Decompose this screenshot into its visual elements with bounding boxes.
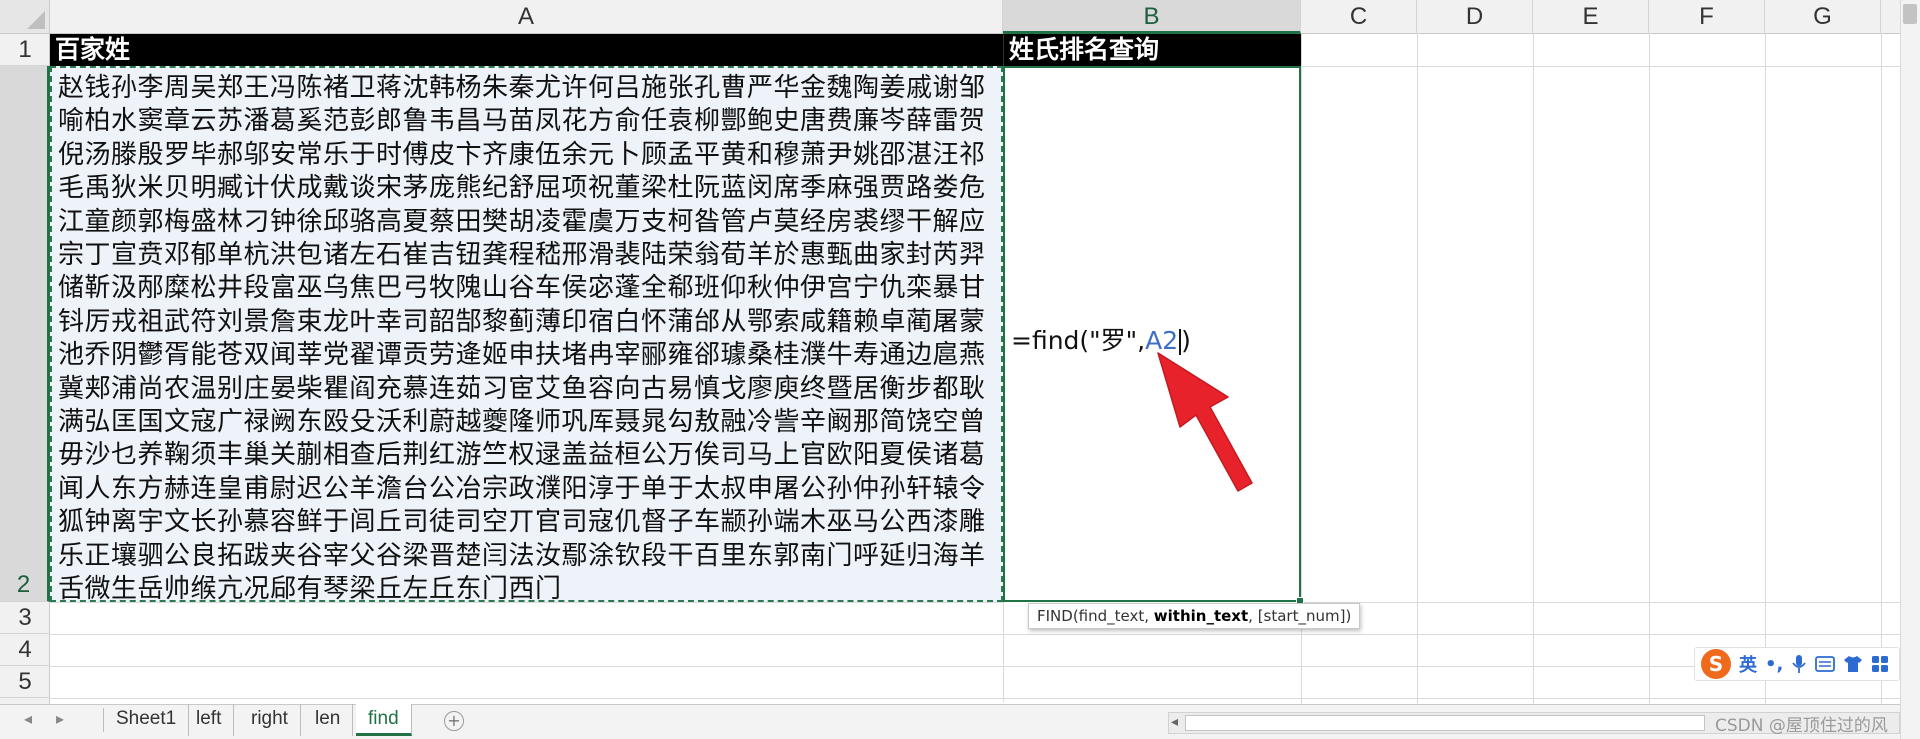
column-header-f[interactable]: F <box>1649 0 1765 34</box>
row-header-5[interactable]: 5 <box>0 666 50 698</box>
vertical-scrollbar[interactable] <box>1900 0 1920 739</box>
cell-a2[interactable]: 赵钱孙李周吴郑王冯陈褚卫蒋沈韩杨朱秦尤许何吕施张孔曹严华金魏陶姜戚谢邹喻柏水窦章… <box>50 66 1003 602</box>
grid-line <box>50 602 1003 603</box>
next-sheet-arrow-icon[interactable]: ▸ <box>56 709 64 728</box>
prev-sheet-arrow-icon[interactable]: ◂ <box>24 709 32 728</box>
keyboard-icon[interactable] <box>1815 656 1836 672</box>
ime-punctuation-toggle[interactable]: •, <box>1765 654 1783 675</box>
grid-line <box>50 666 1900 667</box>
watermark: CSDN @屋顶住过的风 <box>1715 716 1888 736</box>
grid-line <box>1765 34 1766 704</box>
surname-list-text: 赵钱孙李周吴郑王冯陈褚卫蒋沈韩杨朱秦尤许何吕施张孔曹严华金魏陶姜戚谢邹喻柏水窦章… <box>58 73 986 602</box>
grid-line <box>50 634 1900 635</box>
column-header-b[interactable]: B <box>1003 0 1301 34</box>
skin-shirt-icon[interactable] <box>1843 655 1863 673</box>
column-header-a[interactable]: A <box>50 0 1003 34</box>
grid-line <box>1003 602 1004 702</box>
sheet-tab-len[interactable]: len <box>303 704 354 736</box>
column-header-e[interactable]: E <box>1533 0 1649 34</box>
grid-line <box>1301 602 1901 603</box>
ime-toolbar[interactable]: S 英 •, <box>1694 647 1900 681</box>
column-header-d[interactable]: D <box>1417 0 1533 34</box>
grid-line <box>50 698 1900 699</box>
add-sheet-icon[interactable]: + <box>444 711 464 731</box>
tooltip-rest: , [start_num]) <box>1248 607 1352 625</box>
sogou-logo-icon[interactable]: S <box>1701 649 1731 679</box>
sheet-tab-right[interactable]: right <box>239 704 301 736</box>
cell-b1[interactable]: 姓氏排名查询 <box>1003 34 1301 66</box>
tooltip-current-arg: within_text <box>1153 607 1249 625</box>
sheet-tab-sheet1[interactable]: Sheet1 <box>104 704 190 736</box>
row-header-3[interactable]: 3 <box>0 602 50 634</box>
function-tooltip: FIND(find_text, within_text, [start_num]… <box>1028 603 1361 629</box>
cell-a1[interactable]: 百家姓 <box>50 34 1003 66</box>
grid-line <box>1533 34 1534 704</box>
ime-language-toggle[interactable]: 英 <box>1739 651 1757 677</box>
sheet-tab-find[interactable]: find <box>356 704 412 736</box>
red-arrow-annotation <box>1157 352 1253 492</box>
row-header-2[interactable]: 2 <box>0 66 50 602</box>
select-all-corner[interactable] <box>0 0 50 34</box>
horizontal-scroll-thumb[interactable] <box>1185 715 1705 731</box>
row-header-1[interactable]: 1 <box>0 34 50 66</box>
scroll-left-arrow-icon[interactable]: ◂ <box>1171 714 1178 730</box>
vertical-scroll-thumb[interactable] <box>1903 4 1917 24</box>
tooltip-func: FIND(find_text, <box>1037 607 1154 625</box>
grid-line <box>1649 34 1650 704</box>
toolbox-grid-icon[interactable] <box>1871 655 1889 673</box>
row-header-4[interactable]: 4 <box>0 634 50 666</box>
sheet-tab-left[interactable]: left <box>184 704 235 736</box>
grid-line <box>1417 34 1418 704</box>
column-header-g[interactable]: G <box>1765 0 1881 34</box>
column-header-c[interactable]: C <box>1301 0 1417 34</box>
cell-b2-editing[interactable]: =find("罗",A2) <box>1003 66 1301 602</box>
formula-prefix: =find("罗", <box>1011 326 1146 355</box>
microphone-icon[interactable] <box>1791 654 1807 674</box>
grid-line <box>1881 34 1882 704</box>
grid-line <box>1301 66 1901 67</box>
